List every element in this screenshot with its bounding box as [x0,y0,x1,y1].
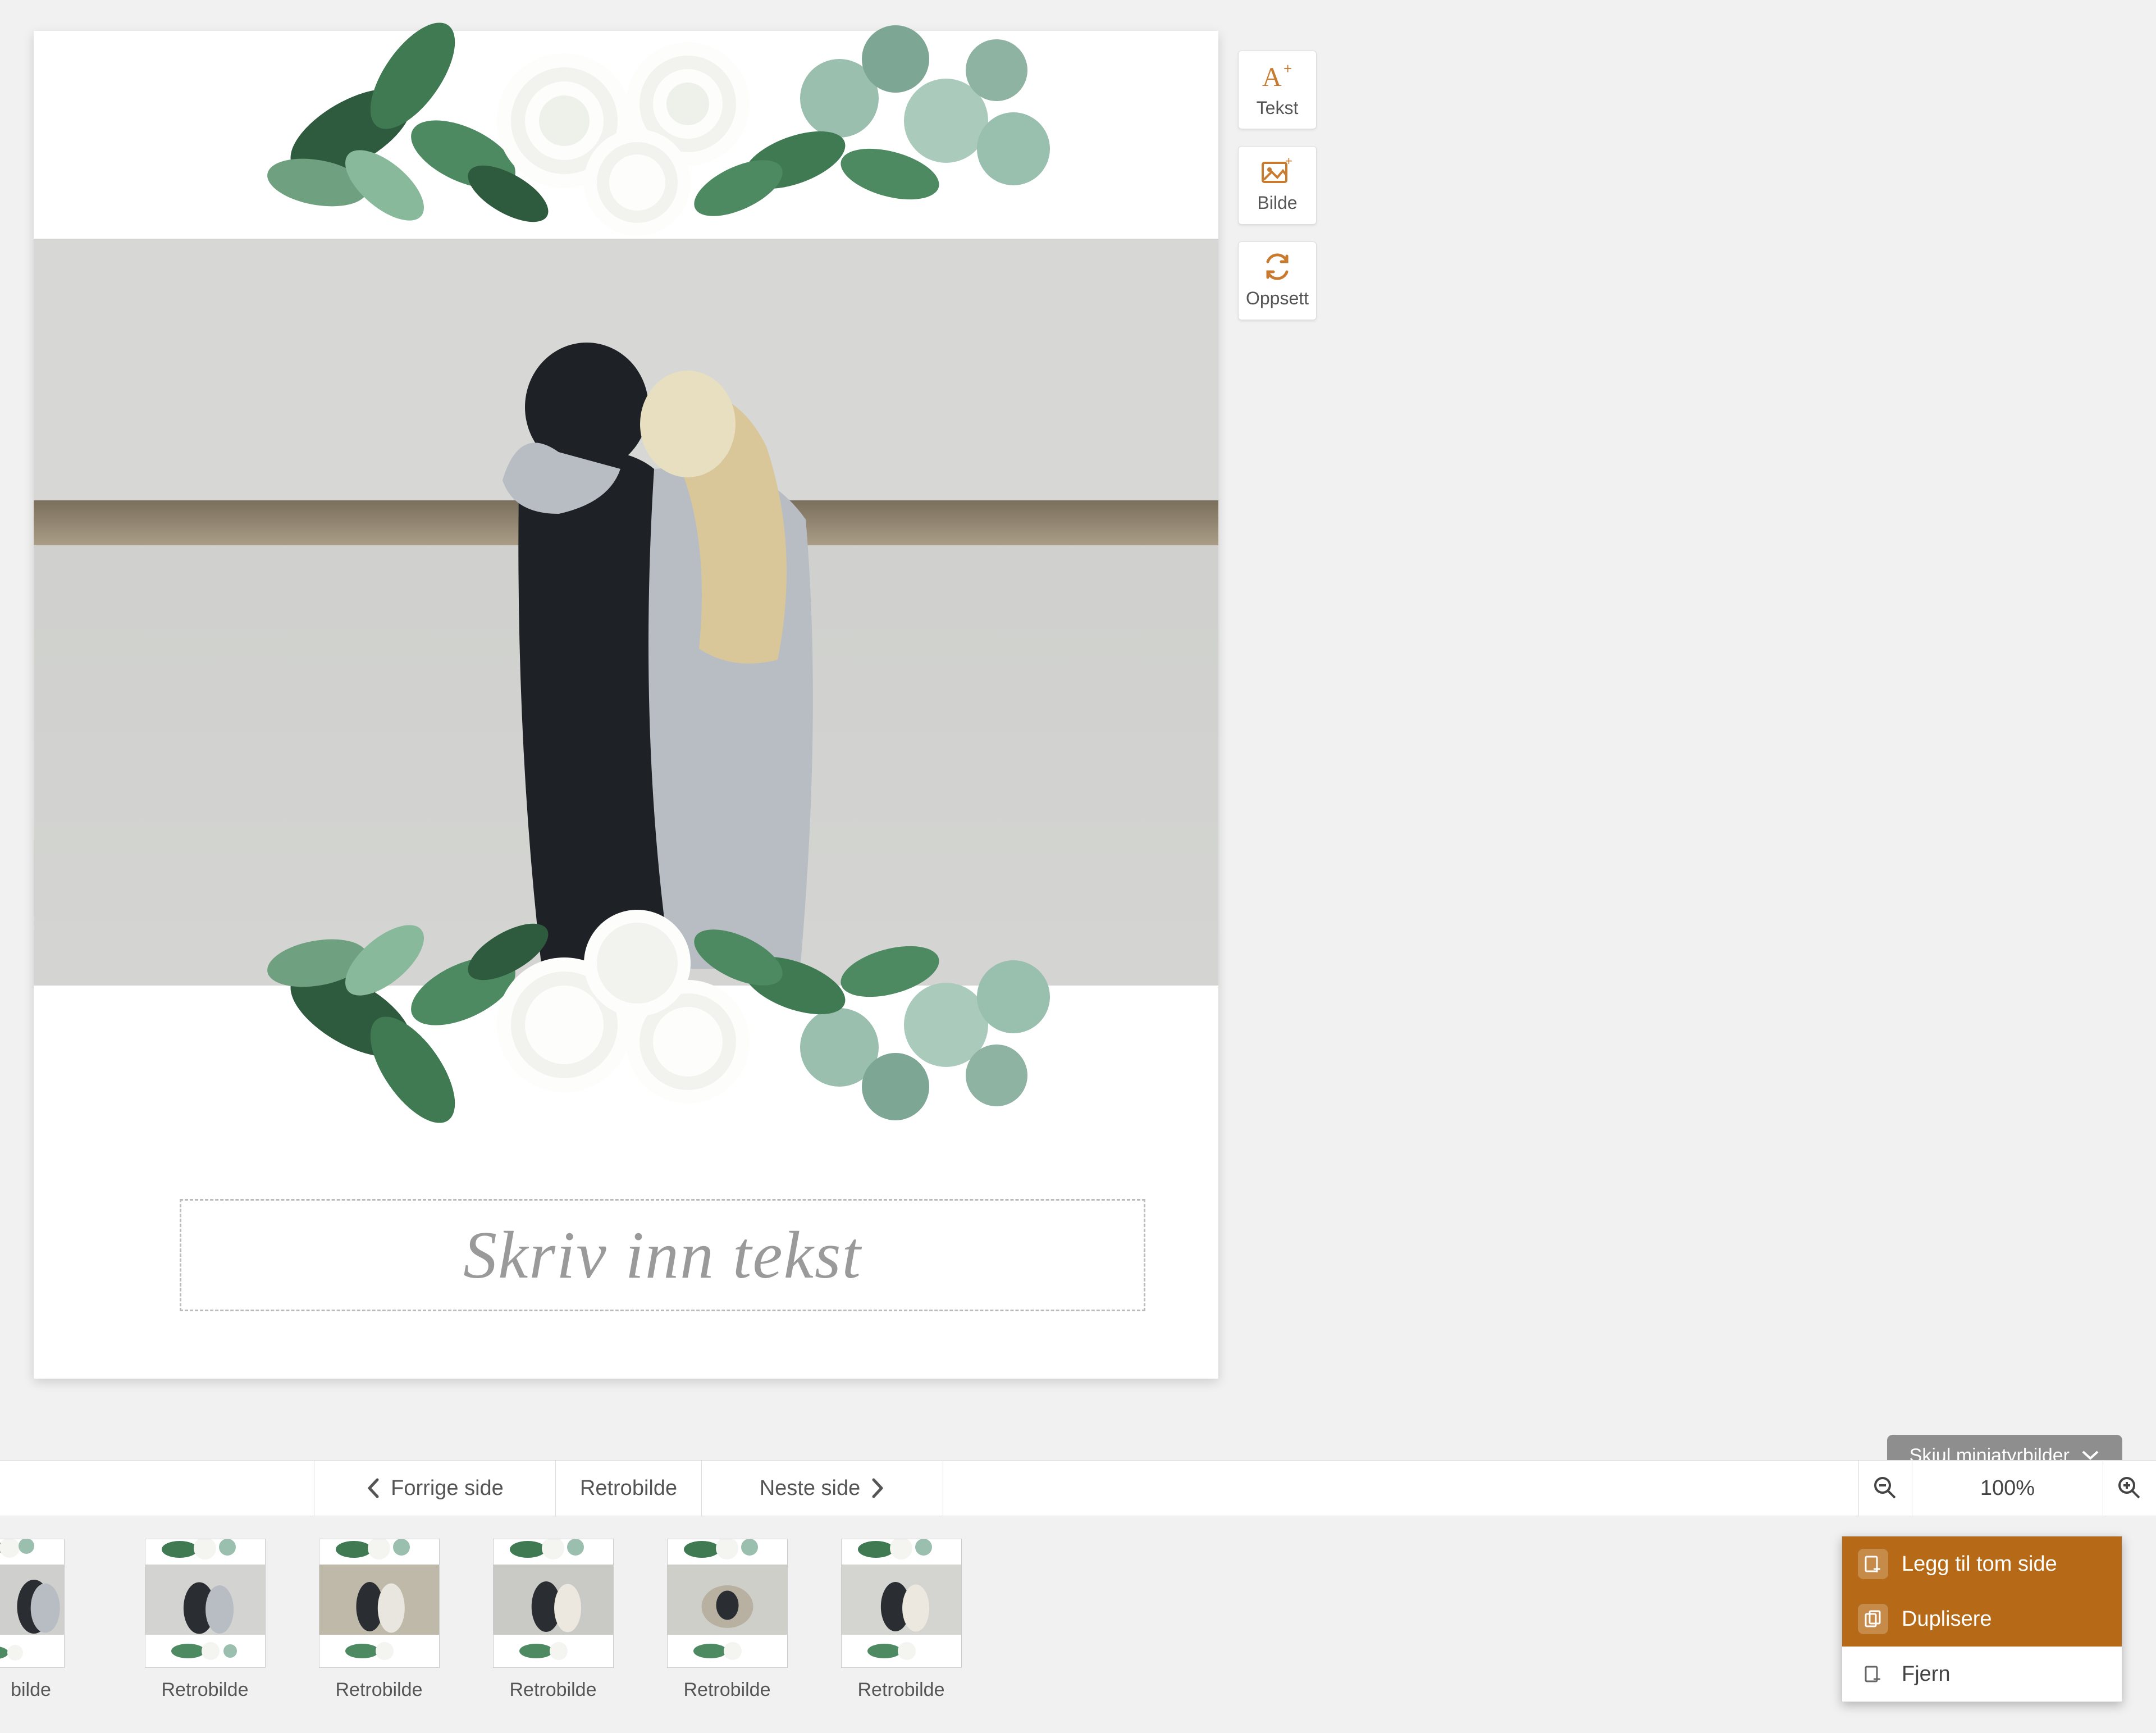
zoom-in-icon [2117,1475,2143,1501]
thumbnail-item[interactable]: Retrobilde [314,1539,444,1701]
thumbnail-item[interactable]: bilde [0,1539,95,1701]
thumbnail-preview [319,1539,440,1668]
layout-label: Oppsett [1246,288,1309,309]
svg-text:+: + [1283,61,1292,77]
thumbnail-preview [841,1539,962,1668]
thumbnail-label: bilde [11,1679,51,1701]
chevron-left-icon [366,1477,381,1499]
pager-bar: Forrige side Retrobilde Neste side 100% [0,1460,2156,1516]
thumbnail-label: Retrobilde [684,1679,771,1701]
svg-text:A: A [1262,62,1282,90]
thumbnail-preview [145,1539,266,1668]
add-text-label: Tekst [1257,98,1299,118]
text-input-field[interactable]: Skriv inn tekst [180,1199,1145,1311]
menu-add-blank-label: Legg til tom side [1902,1552,2057,1576]
text-icon: A+ [1260,61,1295,93]
zoom-out-icon [1872,1475,1898,1501]
prev-page-label: Forrige side [391,1476,504,1501]
menu-duplicate[interactable]: Duplisere [1842,1591,2122,1647]
thumbnail-label: Retrobilde [336,1679,423,1701]
thumbnail-strip: bilde Retrobilde Retrobilde Retrobilde [0,1539,966,1701]
context-menu: Legg til tom side Duplisere Fjern [1842,1536,2122,1702]
refresh-icon [1261,253,1294,284]
chevron-right-icon [870,1477,885,1499]
thumbnail-label: Retrobilde [510,1679,597,1701]
layout-button[interactable]: Oppsett [1238,241,1317,320]
thumbnail-preview [0,1539,65,1668]
thumbnail-item[interactable]: Retrobilde [837,1539,966,1701]
zoom-level[interactable]: 100% [1912,1461,2103,1516]
zoom-in-button[interactable] [2103,1461,2156,1516]
add-image-label: Bilde [1257,193,1297,213]
image-icon: + [1260,157,1294,188]
prev-page-button[interactable]: Forrige side [314,1461,556,1516]
photo-placeholder[interactable] [34,239,1218,986]
svg-text:+: + [1285,157,1292,168]
thumbnail-item[interactable]: Retrobilde [488,1539,618,1701]
current-page-label: Retrobilde [556,1461,702,1516]
thumbnail-item[interactable]: Retrobilde [663,1539,792,1701]
remove-page-icon [1858,1659,1888,1689]
floral-decoration-bottom [149,896,1103,1137]
menu-duplicate-label: Duplisere [1902,1607,1992,1631]
bar-grow [943,1461,1858,1516]
duplicate-icon [1858,1604,1888,1634]
next-page-label: Neste side [760,1476,861,1501]
zoom-level-text: 100% [1980,1476,2035,1501]
current-page-text: Retrobilde [580,1476,677,1501]
add-text-button[interactable]: A+ Tekst [1238,51,1317,129]
bar-spacer [0,1461,314,1516]
floral-decoration-top [149,8,1103,250]
design-canvas[interactable]: Skriv inn tekst [34,31,1218,1379]
photo-content [373,334,879,969]
add-page-icon [1858,1549,1888,1579]
menu-remove[interactable]: Fjern [1842,1647,2122,1702]
zoom-out-button[interactable] [1858,1461,1912,1516]
add-image-button[interactable]: + Bilde [1238,146,1317,225]
next-page-button[interactable]: Neste side [702,1461,943,1516]
thumbnail-preview [667,1539,788,1668]
thumbnail-label: Retrobilde [162,1679,249,1701]
thumbnail-item[interactable]: Retrobilde [140,1539,270,1701]
tool-sidebar: A+ Tekst + Bilde Oppsett [1238,51,1317,320]
menu-add-blank-page[interactable]: Legg til tom side [1842,1536,2122,1591]
thumbnail-label: Retrobilde [858,1679,945,1701]
thumbnail-preview [493,1539,614,1668]
menu-remove-label: Fjern [1902,1662,1951,1686]
text-placeholder-label: Skriv inn tekst [463,1216,862,1294]
